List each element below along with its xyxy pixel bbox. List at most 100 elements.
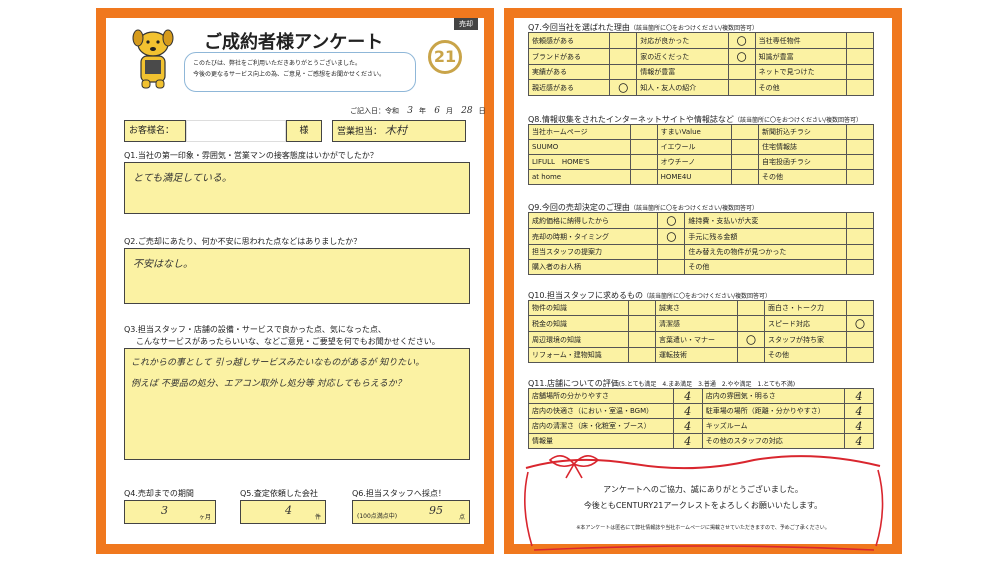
q5-unit: 件 (314, 514, 321, 521)
checkmark-cell: 〇 (846, 315, 874, 332)
table-row: LIFULL HOME'S オウチーノ 自宅投函チラシ (528, 154, 874, 170)
table-row: リフォーム・建物知識 運転技術 その他 (528, 347, 874, 363)
q10-table: 物件の知識 誠実さ 面白さ・トーク力 税金の知識 清潔感 スピード対応〇周辺環境の知識 言葉… (528, 300, 874, 363)
q1-answer-box: とても満足している。 (124, 162, 470, 214)
option-label-cell: 手元に残る金額 (684, 228, 847, 245)
checkmark-cell: 〇 (727, 48, 756, 65)
q6-label: Q6.担当スタッフへ採点！ (352, 489, 446, 498)
footnote: ※本アンケートは匿名にて弊社情報誌や当社ホームページに掲載させていただきますので… (576, 525, 830, 531)
sales-label: 営業担当： (337, 127, 383, 137)
q5-label: Q5.査定依頼した会社 (240, 489, 318, 498)
checkmark-cell (609, 48, 638, 65)
option-label-cell: 当社ホームページ (528, 124, 631, 140)
option-label-cell: 駐車場の場所（距離・分かりやすさ） (701, 403, 846, 419)
checkmark-cell: 〇 (727, 32, 756, 49)
checkmark-cell (730, 154, 759, 170)
table-row: 実績がある 情報が豊富 ネットで見つけた (527, 64, 874, 80)
checkmark-cell (846, 259, 874, 275)
q3-label-2: こんなサービスがあったらいいな、などご意見・ご要望を何でもお聞かせください。 (136, 337, 440, 346)
option-label-cell: その他 (757, 169, 848, 185)
table-row: 店舗場所の分かりやすさ 4 店内の雰囲気・明るさ 4 (528, 388, 874, 404)
checkmark-cell (629, 154, 658, 170)
checkmark-cell (730, 124, 759, 140)
q3-answer-box: これからの事として 引っ越しサービスみたいなものがあるが 知りたい。 例えば 不… (124, 348, 470, 460)
checkmark-cell (736, 315, 765, 332)
option-label-cell: スタッフが持ち家 (763, 331, 848, 348)
option-label-cell: 住宅情報誌 (757, 139, 848, 155)
table-row: 当社ホームページ すまいValue 新聞折込チラシ (528, 124, 874, 140)
q3-answer-1: これからの事として 引っ越しサービスみたいなものがあるが 知りたい。 (131, 358, 425, 368)
intro-line-2: 今後の更なるサービス向上の為、ご意見・ご感想をお聞かせください。 (193, 71, 386, 78)
table-row: 購入者のお人柄 その他 (527, 259, 874, 275)
q2-answer-box: 不安はなし。 (124, 248, 470, 304)
option-label-cell: オウチーノ (656, 154, 732, 170)
option-label-cell: 店内の清潔さ（床・化粧室・ブース） (528, 418, 674, 434)
option-label-cell: 運転技術 (654, 347, 738, 363)
table-row: 周辺環境の知識 言葉遣い・マナー〇スタッフが持ち家 (528, 331, 874, 348)
checkmark-cell: 〇 (609, 79, 638, 96)
option-label-cell: ネットで見つけた (754, 64, 848, 80)
option-label-cell: 成約価格に納得したから (527, 212, 659, 229)
q3-label-1: Q3.担当スタッフ・店舗の設備・サービスで良かった点、気になった点、 (124, 325, 386, 334)
q7-tbody: 依頼感がある 対応が良かった〇当社専任物件 ブランドがある 家の近くだった〇知識が豊富… (527, 32, 874, 96)
checkmark-cell (730, 169, 759, 185)
option-label-cell: 売却の時期・タイミング (527, 228, 659, 245)
q8-note: （該当箇所に〇をおつけください/複数回答可） (733, 117, 862, 124)
option-label-cell: 店内の快適さ（におい・室温・BGM） (528, 403, 674, 419)
option-label-cell: リフォーム・建物知識 (528, 347, 629, 363)
table-row: at home HOME4U その他 (528, 169, 874, 185)
checkmark-cell (846, 228, 874, 245)
q9-tbody: 成約価格に納得したから〇維持費・支払いが大変 売却の時期・タイミング〇手元に残る金… (527, 212, 874, 275)
checkmark-cell (627, 331, 656, 348)
option-label-cell: 周辺環境の知識 (528, 331, 629, 348)
q6-unit: 点 (458, 514, 465, 521)
checkmark-cell (609, 64, 638, 80)
checkmark-cell (727, 64, 756, 80)
option-label-cell: すまいValue (656, 124, 732, 140)
checkmark-cell (846, 139, 874, 155)
option-label-cell: at home (528, 169, 631, 185)
checkmark-cell (657, 244, 686, 260)
option-label-cell: キッズルーム (701, 418, 846, 434)
checkmark-cell (727, 79, 756, 96)
score-cell: 4 (672, 388, 703, 404)
date-year-suffix: 年 (418, 107, 426, 115)
score-cell: 4 (844, 403, 874, 419)
table-row: 依頼感がある 対応が良かった〇当社専任物件 (527, 32, 874, 49)
checkmark-cell (846, 32, 874, 49)
checkmark-cell (846, 347, 874, 363)
century21-logo-icon: 21 (428, 40, 462, 74)
option-label-cell: 依頼感がある (527, 32, 611, 49)
date-month-suffix: 月 (445, 107, 453, 115)
intro-line-1: このたびは、弊社をご利用いただきありがとうございました。 (193, 60, 362, 67)
table-row: 親近感がある〇知人・友人の紹介 その他 (527, 79, 874, 96)
q11-label: Q11.店舗についての評価 (528, 379, 619, 388)
dog-mascot-icon (132, 29, 174, 89)
q5-value: 4 (285, 504, 292, 517)
date-month: 6 (434, 106, 440, 116)
option-label-cell: 面白さ・トーク力 (763, 300, 848, 316)
q7-note: （該当箇所に〇をおつけください/複数回答可） (629, 25, 758, 32)
option-label-cell: 物件の知識 (528, 300, 629, 316)
option-label-cell: 新聞折込チラシ (757, 124, 848, 140)
q4-unit: ヶ月 (198, 514, 211, 521)
option-label-cell: 家の近くだった (636, 48, 729, 65)
score-cell: 4 (672, 403, 703, 419)
checkmark-cell (846, 244, 874, 260)
option-label-cell: HOME4U (656, 169, 732, 185)
option-label-cell: 清潔感 (654, 315, 738, 332)
option-label-cell: SUUMO (528, 139, 631, 155)
q9-table: 成約価格に納得したから〇維持費・支払いが大変 売却の時期・タイミング〇手元に残る金… (527, 212, 874, 275)
date-year: 3 (407, 106, 413, 116)
q7-label: Q7.今回当社を選ばれた理由 (528, 23, 630, 32)
option-label-cell: 当社専任物件 (754, 32, 848, 49)
date-label: ご記入日：令和 (350, 107, 399, 115)
thanks-line-1: アンケートへのご協力、誠にありがとうございました。 (603, 485, 803, 494)
table-row: 店内の快適さ（におい・室温・BGM） 4 駐車場の場所（距離・分かりやすさ） 4 (528, 403, 874, 419)
option-label-cell: 情報が豊富 (636, 64, 729, 80)
q4-answer-box: 3 ヶ月 (124, 500, 216, 524)
customer-suffix: 様 (286, 120, 322, 142)
option-label-cell: 親近感がある (527, 79, 611, 96)
option-label-cell: 知人・友人の紹介 (636, 79, 729, 96)
option-label-cell: 維持費・支払いが大変 (684, 212, 847, 229)
